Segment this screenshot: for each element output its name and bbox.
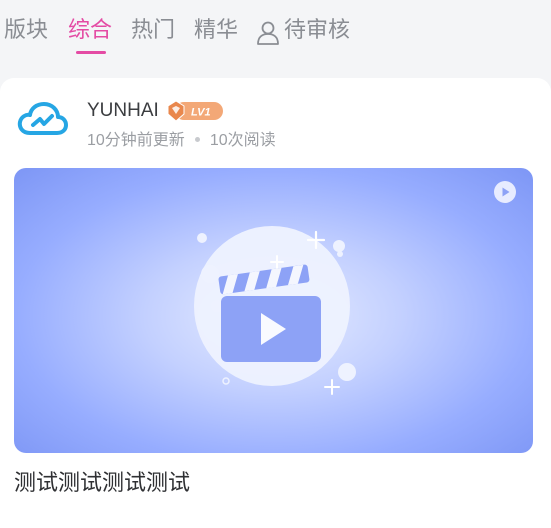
- reads-label: 次阅读: [227, 130, 276, 149]
- meta-separator: [194, 136, 200, 142]
- person-icon[interactable]: [256, 20, 280, 46]
- video-cover[interactable]: [14, 168, 533, 453]
- author-name[interactable]: YUNHAI: [87, 98, 159, 124]
- tab-bar: 版块 综合 热门 精华 待审核: [0, 0, 551, 70]
- active-tab-indicator: [76, 51, 106, 54]
- post-meta: 10分钟前更新 10次阅读: [87, 128, 276, 153]
- tab-general[interactable]: 综合: [68, 14, 112, 48]
- reads-number: 10: [209, 132, 228, 149]
- video-clapper-illustration: [194, 226, 356, 395]
- tab-featured[interactable]: 精华: [194, 14, 238, 48]
- tab-boards[interactable]: 版块: [4, 14, 48, 48]
- cloud-logo-icon[interactable]: [16, 99, 68, 141]
- level-badge-icon: LV1: [167, 100, 223, 122]
- play-circle-icon[interactable]: [493, 180, 517, 204]
- updated-label: 分钟前更新: [104, 130, 185, 149]
- updated-number: 10: [87, 132, 105, 149]
- tab-pending-review[interactable]: 待审核: [284, 14, 350, 48]
- level-text: LV1: [191, 107, 211, 119]
- tab-hot[interactable]: 热门: [131, 14, 175, 48]
- post-title[interactable]: 测试测试测试测试: [14, 468, 190, 500]
